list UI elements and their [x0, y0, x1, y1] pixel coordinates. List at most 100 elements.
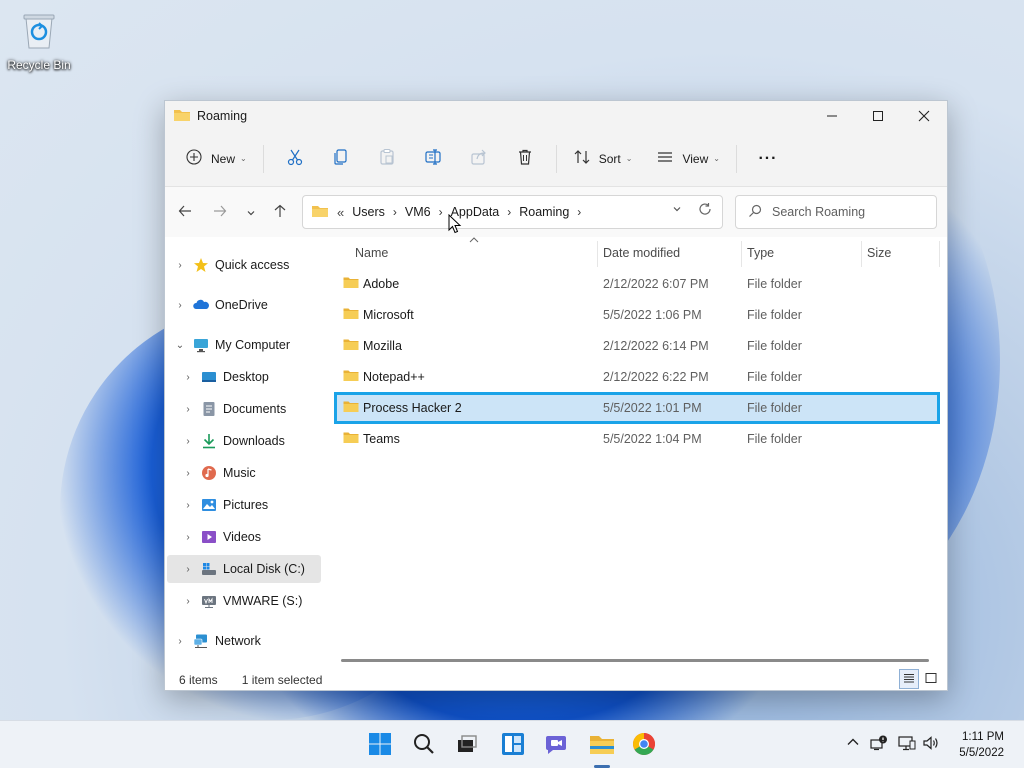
paste-button[interactable]: [364, 143, 410, 175]
up-button[interactable]: [268, 201, 292, 225]
search-input[interactable]: Search Roaming: [735, 195, 937, 229]
sidebar-item-downloads[interactable]: › Downloads: [167, 427, 321, 455]
close-button[interactable]: [901, 101, 947, 131]
share-button[interactable]: [456, 143, 502, 175]
column-separator[interactable]: [861, 241, 862, 267]
file-row[interactable]: Microsoft 5/5/2022 1:06 PM File folder: [335, 300, 939, 330]
sidebar-item-label: Quick access: [215, 258, 290, 272]
breadcrumb-overflow[interactable]: «: [337, 205, 344, 220]
folder-icon: [343, 400, 359, 416]
chevron-right-icon[interactable]: ›: [181, 436, 195, 447]
minimize-button[interactable]: [809, 101, 855, 131]
chevron-right-icon[interactable]: ›: [181, 468, 195, 479]
refresh-icon[interactable]: [698, 202, 712, 219]
breadcrumb-item[interactable]: Users: [352, 205, 385, 219]
windows-logo-icon: [368, 732, 392, 759]
sidebar-item-label: Desktop: [223, 370, 269, 384]
sidebar-item-videos[interactable]: › Videos: [167, 523, 321, 551]
new-label: New: [211, 151, 236, 166]
view-button[interactable]: View ⌄: [648, 143, 728, 175]
chevron-right-icon[interactable]: ›: [173, 636, 187, 647]
copy-button[interactable]: [318, 143, 364, 175]
horizontal-scrollbar[interactable]: [341, 659, 929, 662]
view-label: View: [682, 151, 709, 166]
chevron-right-icon[interactable]: ›: [181, 564, 195, 575]
chevron-right-icon[interactable]: ›: [181, 596, 195, 607]
task-view-button[interactable]: [451, 729, 483, 761]
file-row[interactable]: Teams 5/5/2022 1:04 PM File folder: [335, 424, 939, 454]
column-separator[interactable]: [741, 241, 742, 267]
desktop-icon-recycle-bin[interactable]: Recycle Bin: [4, 12, 74, 72]
videos-icon: [201, 529, 217, 545]
sidebar-item-music[interactable]: › Music: [167, 459, 321, 487]
chevron-right-icon[interactable]: ›: [173, 300, 187, 311]
back-button[interactable]: [173, 201, 197, 225]
column-header-type[interactable]: Type: [747, 237, 774, 269]
chevron-right-icon[interactable]: ›: [393, 205, 397, 219]
sidebar-item-onedrive[interactable]: › OneDrive: [167, 291, 321, 319]
chevron-right-icon[interactable]: ›: [181, 500, 195, 511]
sidebar-item-my-computer[interactable]: ⌄ My Computer: [167, 331, 321, 359]
recent-locations-button[interactable]: [239, 201, 263, 225]
chevron-right-icon[interactable]: ›: [507, 205, 511, 219]
taskbar-clock[interactable]: 1:11 PM 5/5/2022: [959, 729, 1004, 761]
delete-button[interactable]: [502, 143, 548, 175]
sidebar-item-documents[interactable]: › Documents: [167, 395, 321, 423]
more-options-button[interactable]: ···: [745, 143, 791, 175]
notification-tray-icon[interactable]: [870, 735, 888, 754]
chevron-right-icon[interactable]: ›: [439, 205, 443, 219]
chevron-right-icon[interactable]: ›: [577, 205, 581, 219]
chevron-right-icon[interactable]: ›: [181, 372, 195, 383]
sidebar-item-vmware[interactable]: › VMWARE (S:): [167, 587, 321, 615]
file-row[interactable]: Adobe 2/12/2022 6:07 PM File folder: [335, 269, 939, 299]
sidebar-item-pictures[interactable]: › Pictures: [167, 491, 321, 519]
breadcrumb-item[interactable]: Roaming: [519, 205, 569, 219]
chrome-button[interactable]: [628, 729, 660, 761]
cut-button[interactable]: [272, 143, 318, 175]
chevron-right-icon[interactable]: ›: [181, 532, 195, 543]
column-header-size[interactable]: Size: [867, 237, 891, 269]
arrow-right-icon: [213, 204, 227, 222]
file-row-selected[interactable]: Process Hacker 2 5/5/2022 1:01 PM File f…: [334, 392, 940, 424]
forward-button[interactable]: [208, 201, 232, 225]
maximize-button[interactable]: [855, 101, 901, 131]
recycle-bin-label: Recycle Bin: [7, 58, 71, 72]
chevron-right-icon[interactable]: ›: [173, 260, 187, 271]
clock-date: 5/5/2022: [959, 747, 1004, 759]
tiles-view-button[interactable]: [921, 669, 941, 689]
new-button[interactable]: New ⌄: [177, 143, 255, 175]
volume-icon[interactable]: [922, 735, 940, 754]
column-separator[interactable]: [597, 241, 598, 267]
chrome-icon: [632, 732, 656, 759]
details-view-button[interactable]: [899, 669, 919, 689]
file-row[interactable]: Notepad++ 2/12/2022 6:22 PM File folder: [335, 362, 939, 392]
show-hidden-icons-button[interactable]: [846, 735, 860, 752]
column-header-date-modified[interactable]: Date modified: [603, 237, 680, 269]
breadcrumb-item[interactable]: VM6: [405, 205, 431, 219]
rename-button[interactable]: [410, 143, 456, 175]
start-button[interactable]: [364, 729, 396, 761]
network-status-icon[interactable]: [898, 735, 916, 754]
chevron-right-icon[interactable]: ›: [181, 404, 195, 415]
sort-button[interactable]: Sort ⌄: [565, 143, 641, 175]
column-header-name[interactable]: Name: [355, 237, 388, 269]
file-row[interactable]: Mozilla 2/12/2022 6:14 PM File folder: [335, 331, 939, 361]
security-alert-icon: [870, 735, 888, 754]
taskbar-search-button[interactable]: [408, 729, 440, 761]
widgets-button[interactable]: [497, 729, 529, 761]
sidebar-item-desktop[interactable]: › Desktop: [167, 363, 321, 391]
sidebar-item-quick-access[interactable]: › Quick access: [167, 251, 321, 279]
chevron-down-icon[interactable]: ⌄: [173, 340, 187, 351]
teams-chat-button[interactable]: [540, 729, 572, 761]
sidebar-item-label: My Computer: [215, 338, 291, 352]
sidebar-item-local-disk[interactable]: › Local Disk (C:): [167, 555, 321, 583]
file-explorer-taskbar-button[interactable]: [586, 729, 618, 761]
music-icon: [201, 465, 217, 481]
sidebar-item-network[interactable]: › Network: [167, 627, 321, 655]
column-separator[interactable]: [939, 241, 940, 267]
file-date: 2/12/2022 6:14 PM: [603, 339, 709, 353]
command-bar: New ⌄ Sort ⌄ View ⌄ ···: [165, 131, 947, 187]
address-bar[interactable]: « Users › VM6 › AppData › Roaming ›: [302, 195, 723, 229]
title-bar[interactable]: Roaming: [165, 101, 947, 131]
address-dropdown-icon[interactable]: [672, 204, 682, 217]
